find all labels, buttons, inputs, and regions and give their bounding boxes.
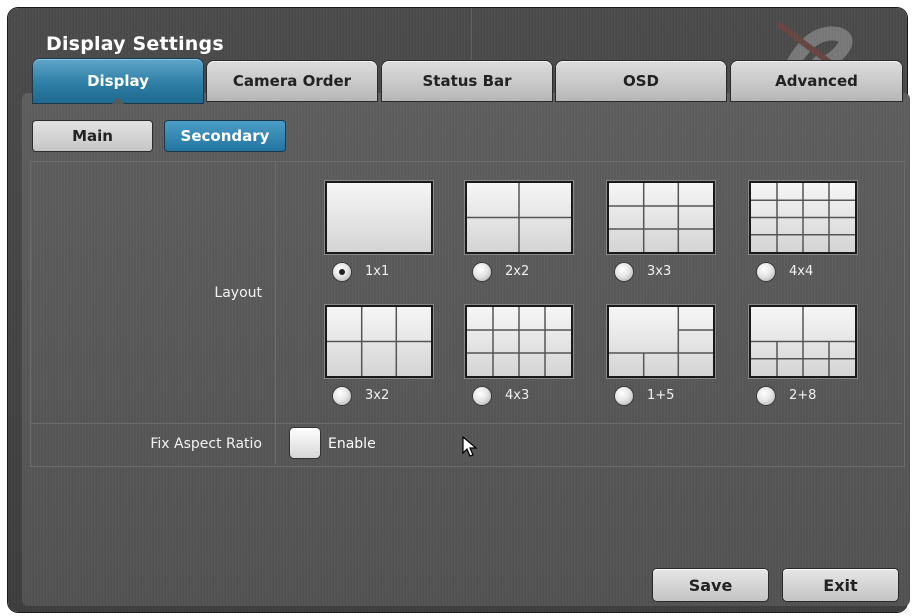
tab-label: Display — [87, 72, 149, 90]
layout-3x3-icon — [607, 181, 715, 254]
option-label: 1+5 — [647, 388, 675, 403]
tab-label: Camera Order — [232, 72, 352, 90]
tab-display[interactable]: Display — [33, 59, 203, 104]
subtab-main[interactable]: Main — [33, 121, 152, 151]
layout-option-4x3[interactable]: 4x3 — [465, 305, 575, 415]
radio-4x4[interactable] — [757, 263, 775, 281]
layout-label: Layout — [214, 285, 262, 301]
radio-2plus8[interactable] — [757, 387, 775, 405]
layout-option-3x3[interactable]: 3x3 — [607, 181, 717, 291]
save-button[interactable]: Save — [653, 569, 768, 601]
layout-option-2x2[interactable]: 2x2 — [465, 181, 575, 291]
radio-2x2[interactable] — [473, 263, 491, 281]
tab-camera-order[interactable]: Camera Order — [207, 61, 377, 101]
tab-advanced[interactable]: Advanced — [731, 61, 902, 101]
radio-4x3[interactable] — [473, 387, 491, 405]
layout-option-1x1[interactable]: 1x1 — [325, 181, 435, 291]
radio-3x2[interactable] — [333, 387, 351, 405]
tab-label: Advanced — [775, 72, 858, 90]
layout-2x2-icon — [465, 181, 573, 254]
option-label: 1x1 — [365, 264, 390, 279]
tab-osd[interactable]: OSD — [556, 61, 726, 101]
option-label: 4x4 — [789, 264, 814, 279]
radio-selected-dot — [339, 269, 345, 275]
option-label: 2x2 — [505, 264, 530, 279]
layout-option-3x2[interactable]: 3x2 — [325, 305, 435, 415]
radio-1x1[interactable] — [333, 263, 351, 281]
tab-label: OSD — [622, 72, 659, 90]
option-label: 2+8 — [789, 388, 817, 403]
layout-option-2plus8[interactable]: 2+8 — [749, 305, 859, 415]
window-title: Display Settings — [46, 33, 224, 55]
fix-aspect-ratio-label: Fix Aspect Ratio — [150, 436, 262, 452]
tab-label: Status Bar — [422, 72, 512, 90]
layout-1plus5-icon — [607, 305, 715, 378]
layout-4x3-icon — [465, 305, 573, 378]
exit-button[interactable]: Exit — [783, 569, 898, 601]
layout-1x1-icon — [325, 181, 433, 254]
mouse-cursor-icon — [462, 436, 478, 457]
subtab-secondary[interactable]: Secondary — [165, 121, 285, 151]
enable-checkbox[interactable] — [290, 428, 320, 458]
option-label: 4x3 — [505, 388, 530, 403]
layout-option-1plus5[interactable]: 1+5 — [607, 305, 717, 415]
layout-3x2-icon — [325, 305, 433, 378]
tab-pointer-icon — [112, 97, 124, 104]
tab-status-bar[interactable]: Status Bar — [382, 61, 552, 101]
radio-1plus5[interactable] — [615, 387, 633, 405]
enable-label: Enable — [328, 436, 376, 452]
radio-3x3[interactable] — [615, 263, 633, 281]
option-label: 3x3 — [647, 264, 672, 279]
option-label: 3x2 — [365, 388, 390, 403]
layout-option-4x4[interactable]: 4x4 — [749, 181, 859, 291]
divider — [31, 423, 902, 424]
layout-2plus8-icon — [749, 305, 857, 378]
divider — [275, 162, 276, 464]
layout-4x4-icon — [749, 181, 857, 254]
